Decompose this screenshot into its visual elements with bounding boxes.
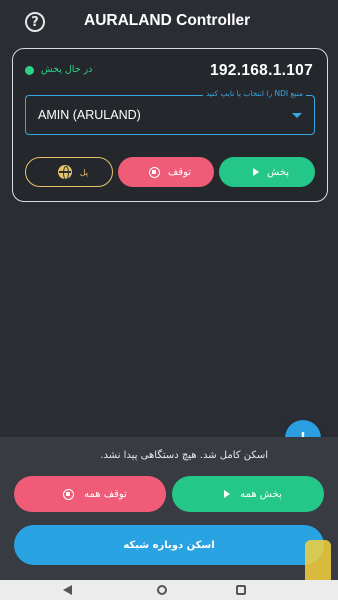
device-card: در حال پخش 192.168.1.107 منبع NDI را انت…: [12, 48, 328, 202]
stop-all-label: توقف همه: [84, 488, 127, 500]
stop-button-label: توقف: [167, 166, 192, 178]
bottom-panel: اسکن کامل شد. هیچ دستگاهی پیدا نشد. پخش …: [0, 437, 338, 580]
rescan-network-button[interactable]: اسکن دوباره شبکه: [14, 525, 324, 565]
home-icon[interactable]: [157, 585, 167, 595]
ndi-bridge-button[interactable]: پل: [25, 157, 113, 187]
scan-status-message: اسکن کامل شد. هیچ دستگاهی پیدا نشد.: [100, 450, 268, 461]
play-icon: [224, 490, 231, 498]
play-all-label: پخش همه: [240, 488, 282, 500]
play-button-label: پخش: [267, 166, 289, 178]
system-nav-bar: [0, 580, 338, 600]
stop-all-button[interactable]: توقف همه: [14, 476, 166, 512]
ndi-source-label: منبع NDI را انتخاب یا تایپ کنید: [202, 89, 306, 98]
play-icon: [253, 168, 259, 176]
caret-down-icon[interactable]: [292, 113, 302, 118]
play-button[interactable]: پخش: [219, 157, 315, 187]
status-text: در حال پخش: [41, 64, 93, 75]
stop-icon: [148, 166, 160, 178]
ndi-source-value[interactable]: AMIN (ARULAND): [38, 108, 141, 122]
back-icon[interactable]: [63, 585, 72, 595]
ndi-bridge-label: پل: [79, 167, 89, 177]
top-bar: ? AURALAND Controller: [0, 0, 338, 44]
stop-button[interactable]: توقف: [118, 157, 214, 187]
globe-icon: [57, 165, 72, 180]
stop-icon: [63, 488, 75, 500]
rescan-network-label: اسکن دوباره شبکه: [123, 539, 215, 551]
app-title: AURALAND Controller: [84, 12, 251, 29]
ndi-source-select[interactable]: منبع NDI را انتخاب یا تایپ کنید AMIN (AR…: [25, 89, 315, 135]
status-indicator-icon: [25, 66, 34, 75]
play-all-button[interactable]: پخش همه: [172, 476, 324, 512]
device-ip: 192.168.1.107: [209, 62, 313, 79]
recents-icon[interactable]: [236, 585, 246, 595]
help-icon[interactable]: ?: [25, 12, 45, 32]
